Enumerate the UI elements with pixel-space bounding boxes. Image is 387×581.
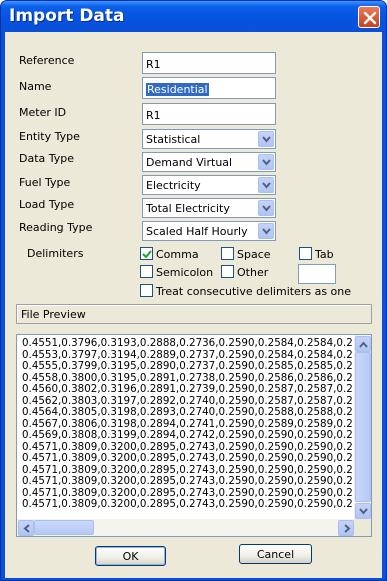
chevron-down-icon <box>262 159 271 166</box>
name-value: Residential <box>146 83 209 96</box>
scroll-up-button[interactable] <box>355 336 371 352</box>
meter-id-input[interactable]: R1 <box>142 103 276 125</box>
data-type-value: Demand Virtual <box>146 156 233 169</box>
close-button[interactable] <box>358 6 380 28</box>
reading-type-label: Reading Type <box>19 221 93 234</box>
preview-row: 0.4555,0.3799,0.3195,0.2890,0.2737,0.259… <box>22 361 352 372</box>
preview-row: 0.4562,0.3803,0.3197,0.2892,0.2740,0.259… <box>22 395 352 407</box>
reference-label: Reference <box>19 54 75 67</box>
delimiters-label: Delimiters <box>27 247 84 260</box>
scroll-down-button[interactable] <box>355 503 371 519</box>
reading-type-value: Scaled Half Hourly <box>146 225 248 238</box>
reading-type-dropdown-button[interactable] <box>258 223 274 239</box>
entity-type-select[interactable]: Statistical <box>142 129 276 149</box>
file-preview-title: File Preview <box>21 308 86 321</box>
close-icon <box>363 11 377 25</box>
title-bar[interactable]: Import Data <box>1 1 386 32</box>
comma-checkbox[interactable] <box>140 247 153 260</box>
space-checkbox[interactable] <box>221 247 234 260</box>
name-label: Name <box>19 80 52 93</box>
ok-button[interactable]: OK <box>95 546 166 566</box>
preview-row: 0.4571,0.3809,0.3200,0.2895,0.2743,0.259… <box>22 499 352 510</box>
ok-button-label: OK <box>122 550 139 563</box>
scroll-left-button[interactable] <box>18 520 34 536</box>
data-type-dropdown-button[interactable] <box>258 154 274 170</box>
tab-label[interactable]: Tab <box>315 248 334 261</box>
fuel-type-dropdown-button[interactable] <box>258 177 274 193</box>
consecutive-delimiters-label[interactable]: Treat consecutive delimiters as one <box>156 285 351 298</box>
preview-row: 0.4558,0.3800,0.3195,0.2891,0.2738,0.259… <box>22 372 352 384</box>
scroll-right-button[interactable] <box>338 520 354 536</box>
horizontal-scroll-thumb[interactable] <box>34 520 94 535</box>
other-delimiter-input[interactable] <box>298 264 336 284</box>
semicolon-label[interactable]: Semicolon <box>156 266 213 279</box>
reference-value: R1 <box>146 58 161 71</box>
load-type-label: Load Type <box>19 198 75 211</box>
preview-row: 0.4553,0.3797,0.3194,0.2889,0.2737,0.259… <box>22 349 352 361</box>
space-label[interactable]: Space <box>237 248 271 261</box>
fuel-type-value: Electricity <box>146 179 201 192</box>
file-preview-area[interactable]: 0.4551,0.3796,0.3193,0.2888,0.2736,0.259… <box>16 334 372 537</box>
entity-type-value: Statistical <box>146 133 201 146</box>
data-type-select[interactable]: Demand Virtual <box>142 152 276 172</box>
horizontal-scrollbar[interactable] <box>17 519 355 536</box>
preview-row: 0.4569,0.3808,0.3199,0.2894,0.2742,0.259… <box>22 430 352 441</box>
vertical-scroll-thumb[interactable] <box>355 352 371 502</box>
consecutive-delimiters-checkbox[interactable] <box>140 284 153 297</box>
reference-input[interactable]: R1 <box>142 52 276 74</box>
chevron-down-icon <box>262 136 271 143</box>
preview-row: 0.4571,0.3809,0.3200,0.2895,0.2743,0.259… <box>22 453 352 464</box>
vertical-scrollbar[interactable] <box>354 335 371 520</box>
preview-row: 0.4571,0.3809,0.3200,0.2895,0.2743,0.259… <box>22 441 352 453</box>
meter-id-label: Meter ID <box>19 106 67 119</box>
fuel-type-label: Fuel Type <box>19 176 71 189</box>
name-input[interactable]: Residential <box>142 77 276 99</box>
chevron-right-icon <box>344 524 351 533</box>
other-label[interactable]: Other <box>237 266 268 279</box>
chevron-down-icon <box>262 182 271 189</box>
preview-row: 0.4571,0.3809,0.3200,0.2895,0.2743,0.259… <box>22 464 352 476</box>
data-type-label: Data Type <box>19 152 75 165</box>
preview-rows: 0.4551,0.3796,0.3193,0.2888,0.2736,0.259… <box>22 338 352 511</box>
load-type-dropdown-button[interactable] <box>258 200 274 216</box>
checkmark-icon <box>142 250 152 259</box>
semicolon-checkbox[interactable] <box>140 265 153 278</box>
chevron-down-icon <box>262 205 271 212</box>
preview-row: 0.4551,0.3796,0.3193,0.2888,0.2736,0.259… <box>22 338 352 349</box>
preview-row: 0.4571,0.3809,0.3200,0.2895,0.2743,0.259… <box>22 476 352 487</box>
entity-type-dropdown-button[interactable] <box>258 131 274 147</box>
other-checkbox[interactable] <box>221 265 234 278</box>
cancel-button[interactable]: Cancel <box>239 544 312 564</box>
meter-id-value: R1 <box>146 109 161 122</box>
load-type-value: Total Electricity <box>146 202 230 215</box>
reading-type-select[interactable]: Scaled Half Hourly <box>142 221 276 241</box>
comma-label[interactable]: Comma <box>156 248 199 261</box>
chevron-up-icon <box>359 341 368 348</box>
import-data-dialog: Import Data Reference Name Meter ID Enti… <box>0 0 387 581</box>
dialog-body: Reference Name Meter ID Entity Type Data… <box>5 32 382 578</box>
preview-row: 0.4571,0.3809,0.3200,0.2895,0.2743,0.259… <box>22 487 352 499</box>
scroll-corner <box>354 519 371 536</box>
preview-row: 0.4560,0.3802,0.3196,0.2891,0.2739,0.259… <box>22 384 352 395</box>
chevron-down-icon <box>262 228 271 235</box>
chevron-left-icon <box>23 524 30 533</box>
preview-row: 0.4567,0.3806,0.3198,0.2894,0.2741,0.259… <box>22 418 352 430</box>
fuel-type-select[interactable]: Electricity <box>142 175 276 195</box>
load-type-select[interactable]: Total Electricity <box>142 198 276 218</box>
preview-row: 0.4564,0.3805,0.3198,0.2893,0.2740,0.259… <box>22 407 352 418</box>
tab-checkbox[interactable] <box>299 247 312 260</box>
cancel-button-label: Cancel <box>256 548 295 561</box>
chevron-down-icon <box>359 508 368 515</box>
file-preview-header: File Preview <box>16 304 372 324</box>
entity-type-label: Entity Type <box>19 130 80 143</box>
dialog-title: Import Data <box>9 6 125 26</box>
